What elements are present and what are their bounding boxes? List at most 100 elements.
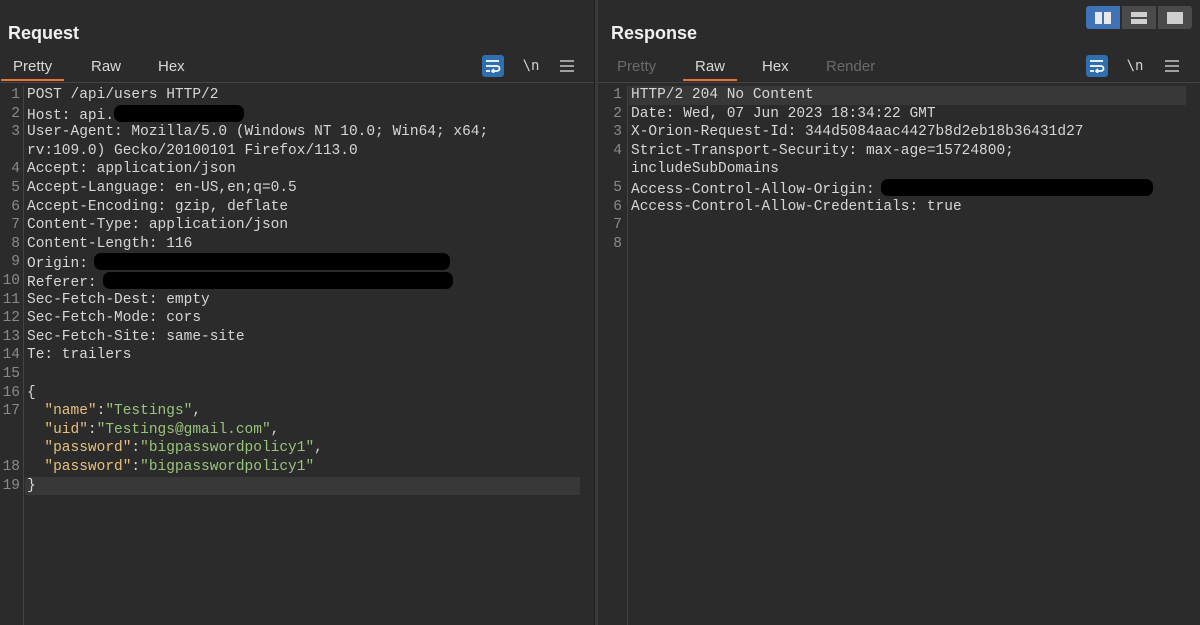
line-text: Accept-Language: en-US,en;q=0.5 [27,180,297,196]
line-content: includeSubDomains [631,160,779,179]
code-line: 8 Content-Length: 116 [0,235,594,254]
request-menu-button[interactable] [556,55,578,77]
code-line: "uid":"Testings@gmail.com", [0,421,594,440]
code-line: 1 POST /api/users HTTP/2 [0,86,594,105]
json-key: "password" [44,459,132,475]
line-text: Referer: [27,275,97,291]
line-number: 7 [11,217,20,234]
code-line: 17 "name":"Testings", [0,402,594,421]
line-content: Sec-Fetch-Site: same-site [27,328,245,347]
line-number: 9 [11,254,20,271]
line-text: Sec-Fetch-Mode: cors [27,310,202,327]
line-content: rv:109.0) Gecko/20100101 Firefox/113.0 [27,142,358,161]
redaction-block [880,179,1153,196]
response-tab-hex[interactable]: Hex [762,58,789,75]
code-line: 1 HTTP/2 204 No Content [613,86,1186,105]
line-text: includeSubDomains [631,161,779,178]
line-content: Access-Control-Allow-Origin: [631,179,1153,200]
code-line: 4 Strict-Transport-Security: max-age=1572… [598,142,1200,161]
line-text: Content-Type: application/json [27,217,289,234]
line-text: POST /api/users HTTP/2 [27,87,219,103]
json-colon: : [131,459,141,475]
line-number: 5 [11,180,20,196]
wrap-lines-icon [1090,60,1105,73]
layout-stacked-button[interactable] [1122,6,1156,29]
line-text: { [27,384,36,401]
json-value: "Testings" [105,403,193,420]
line-number: 19 [2,477,20,494]
line-number: 6 [613,198,622,215]
code-line: 10 Referer: [0,272,594,291]
menu-icon [1165,60,1179,72]
layout-single-button[interactable] [1158,6,1192,29]
line-content: Date: Wed, 07 Jun 2023 18:34:22 GMT [631,105,936,124]
code-line: 9 Origin: [0,253,594,272]
request-tabs-divider [0,82,594,83]
response-menu-button[interactable] [1161,55,1183,77]
layout-side-by-side-button[interactable] [1086,6,1120,29]
line-text: X-Orion-Request-Id: 344d5084aac4427b8d2e… [631,124,1084,141]
request-tab-pretty[interactable]: Pretty [0,58,65,81]
code-line: 5 Accept-Language: en-US,en;q=0.5 [0,179,594,198]
json-comma: , [192,403,202,420]
line-number: 7 [613,217,622,234]
redaction-block [102,272,453,289]
line-text: HTTP/2 204 No Content [631,87,814,103]
request-tab-raw[interactable]: Raw [91,58,121,75]
request-editor[interactable]: 1 POST /api/users HTTP/2 2 Host: api. 3 User-… [0,86,594,625]
line-number: 14 [2,347,20,364]
code-line: 12 Sec-Fetch-Mode: cors [0,309,594,328]
code-line: 14 Te: trailers [0,346,594,365]
line-text: Sec-Fetch-Dest: empty [27,291,210,308]
line-number: 6 [11,198,20,215]
response-wrap-lines-button[interactable] [1086,55,1108,77]
code-line: 2 Date: Wed, 07 Jun 2023 18:34:22 GMT [598,105,1200,124]
line-content: Origin: [27,253,450,274]
line-content: HTTP/2 204 No Content [631,86,814,105]
line-content: { [27,384,36,403]
line-content: Te: trailers [27,346,131,365]
line-content: Content-Length: 116 [27,235,192,254]
line-number: 15 [2,366,20,382]
line-content: Strict-Transport-Security: max-age=15724… [631,142,1014,161]
response-show-newlines-button[interactable]: \n [1124,55,1146,77]
line-text: Date: Wed, 07 Jun 2023 18:34:22 GMT [631,105,936,122]
code-line: 6 Accept-Encoding: gzip, deflate [0,198,594,217]
line-number: 1 [613,87,622,103]
request-wrap-lines-button[interactable] [482,55,504,77]
request-show-newlines-button[interactable]: \n [520,55,542,77]
json-value: "bigpasswordpolicy1" [140,459,315,475]
line-text: Strict-Transport-Security: max-age=15724… [631,142,1014,159]
code-line: 19} [3,476,580,496]
response-title: Response [611,23,698,43]
line-text: Content-Length: 116 [27,235,193,252]
response-tabs-divider [598,82,1200,83]
line-number: 12 [2,310,20,327]
code-line: 4 Accept: application/json [0,160,594,179]
line-text: Host: api. [27,107,115,124]
line-number: 4 [11,161,20,178]
code-line: 6 Access-Control-Allow-Credentials: true [598,198,1200,217]
line-number: 16 [2,384,20,401]
code-line: 3 User-Agent: Mozilla/5.0 (Windows NT 10.… [0,123,594,142]
request-title: Request [8,23,80,43]
json-colon: : [131,440,141,457]
menu-icon [560,60,574,72]
line-number: 2 [613,105,622,122]
line-content: Accept-Encoding: gzip, deflate [27,198,288,217]
code-line: "password":"bigpasswordpolicy1", [0,439,594,458]
request-pane: Request Pretty Raw Hex \n 1 POST /api/use… [0,0,594,625]
line-number: 11 [2,291,20,308]
layout-side-by-side-icon [1095,11,1111,24]
code-line: 15 [0,365,594,384]
line-text: Origin: [27,256,88,273]
line-content: POST /api/users HTTP/2 [27,86,218,105]
line-number: 10 [2,273,20,289]
line-number: 4 [613,142,622,159]
response-editor[interactable]: 1 HTTP/2 204 No Content 2 Date: Wed, 07 Jun… [598,86,1200,625]
request-tab-hex[interactable]: Hex [158,58,185,75]
code-line: 13 Sec-Fetch-Site: same-site [0,328,594,347]
response-tab-raw[interactable]: Raw [682,58,738,81]
response-pane: Response Pretty Raw Hex Render \n 1 HTTP/… [598,0,1200,625]
response-tab-pretty: Pretty [617,58,657,75]
